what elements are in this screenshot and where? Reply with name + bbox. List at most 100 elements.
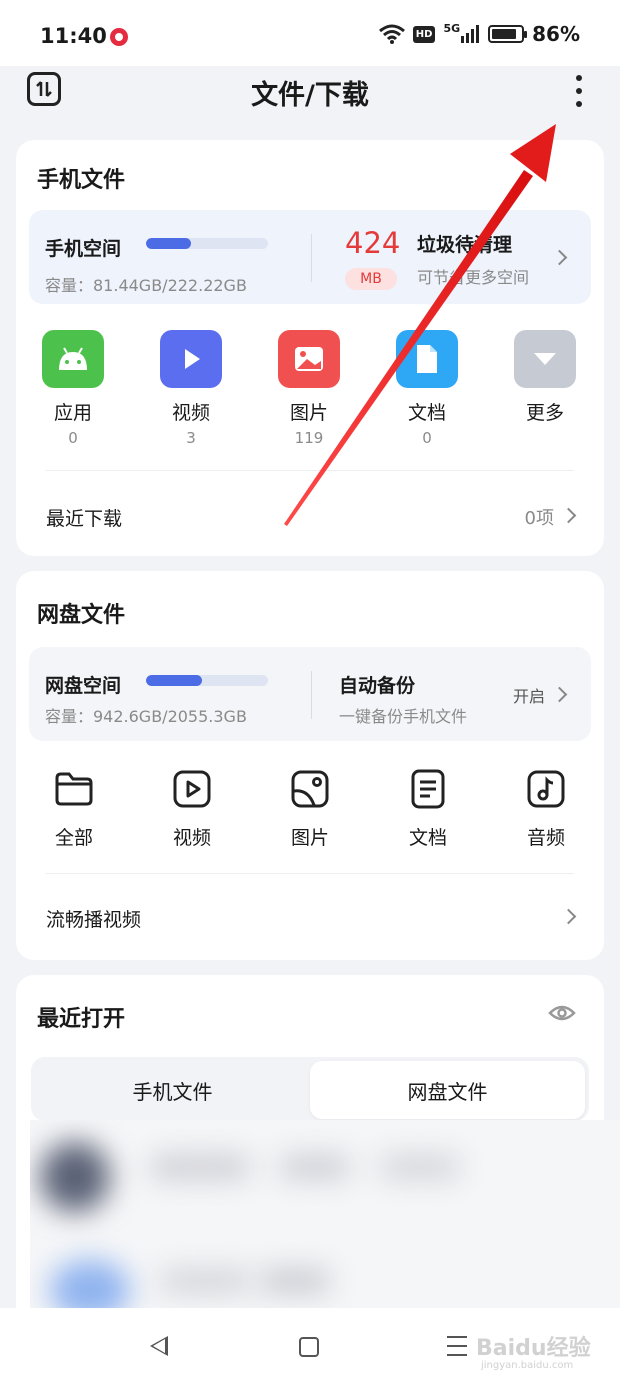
cloud-space-progress bbox=[146, 675, 268, 686]
category-documents[interactable]: 文档 0 bbox=[377, 330, 477, 447]
category-label: 视频 bbox=[171, 402, 210, 424]
divider bbox=[311, 671, 312, 719]
more-dot-icon bbox=[576, 75, 582, 81]
divider bbox=[311, 234, 312, 282]
category-label: 应用 bbox=[53, 402, 92, 424]
status-time: 11:40 bbox=[40, 24, 107, 48]
phone-space-progress bbox=[146, 238, 268, 249]
more-dot-icon bbox=[576, 88, 582, 94]
category-label: 文档 bbox=[407, 402, 446, 424]
back-icon[interactable] bbox=[150, 1336, 168, 1356]
cloud-category-pictures[interactable]: 图片 bbox=[260, 769, 360, 850]
play-icon bbox=[160, 330, 222, 388]
recent-tab-switcher: 手机文件 网盘文件 bbox=[31, 1057, 589, 1121]
category-count: 3 bbox=[186, 429, 196, 447]
recent-open-title: 最近打开 bbox=[37, 1007, 126, 1032]
eye-icon[interactable] bbox=[548, 1003, 576, 1023]
phone-files-card: 手机文件 手机空间 容量：81.44GB/222.22GB 424 MB 垃圾待… bbox=[16, 140, 604, 556]
junk-title: 垃圾待清理 bbox=[417, 234, 513, 256]
image-icon bbox=[278, 330, 340, 388]
cloud-files-title: 网盘文件 bbox=[37, 603, 126, 628]
cloud-storage-box[interactable]: 网盘空间 容量：942.6GB/2055.3GB 自动备份 一键备份手机文件 开… bbox=[29, 647, 591, 741]
backup-enable-button[interactable]: 开启 bbox=[513, 683, 545, 707]
junk-unit-badge: MB bbox=[345, 268, 397, 290]
battery-icon bbox=[488, 25, 528, 43]
watermark: Baidu经验 bbox=[476, 1336, 591, 1361]
more-dot-icon bbox=[576, 101, 582, 107]
video-icon bbox=[173, 770, 211, 808]
phone-space-label: 手机空间 bbox=[45, 238, 122, 260]
chevron-right-icon bbox=[551, 686, 568, 703]
backup-title: 自动备份 bbox=[339, 675, 416, 697]
cloud-category-label: 图片 bbox=[290, 827, 329, 849]
chevron-down-icon bbox=[514, 330, 576, 388]
doc-icon bbox=[411, 769, 445, 809]
stream-video-label: 流畅播视频 bbox=[46, 909, 142, 931]
cloud-space-label: 网盘空间 bbox=[45, 675, 122, 697]
cloud-files-card: 网盘文件 网盘空间 容量：942.6GB/2055.3GB 自动备份 一键备份手… bbox=[16, 571, 604, 960]
page-title: 文件/下载 bbox=[251, 80, 369, 111]
cloud-category-label: 音频 bbox=[526, 827, 565, 849]
category-label: 更多 bbox=[525, 402, 564, 424]
category-count: 0 bbox=[68, 429, 78, 447]
chevron-right-icon bbox=[551, 249, 568, 266]
android-icon bbox=[42, 330, 104, 388]
folder-icon bbox=[55, 772, 93, 806]
cloud-category-label: 视频 bbox=[172, 827, 211, 849]
category-count: 119 bbox=[294, 429, 324, 447]
document-icon bbox=[396, 330, 458, 388]
cloud-capacity: 容量：942.6GB/2055.3GB bbox=[45, 707, 247, 726]
recent-downloads-row[interactable]: 最近下载 0项 bbox=[46, 496, 577, 536]
junk-size: 424 bbox=[345, 226, 401, 260]
battery-percent: 86% bbox=[532, 22, 580, 46]
category-label: 图片 bbox=[289, 402, 328, 424]
cloud-category-documents[interactable]: 文档 bbox=[378, 769, 478, 850]
divider bbox=[46, 873, 574, 874]
divider bbox=[46, 470, 574, 471]
network-type: 5G bbox=[443, 21, 461, 35]
file-text-blur bbox=[380, 1156, 460, 1178]
file-thumbnail bbox=[40, 1142, 110, 1212]
chevron-right-icon bbox=[560, 908, 577, 925]
backup-subtitle: 一键备份手机文件 bbox=[339, 707, 468, 726]
recent-files-list-blurred bbox=[30, 1120, 620, 1310]
stream-video-row[interactable]: 流畅播视频 bbox=[46, 897, 577, 937]
cloud-category-audio[interactable]: 音频 bbox=[496, 769, 596, 850]
file-text-blur bbox=[280, 1156, 350, 1178]
phone-capacity: 容量：81.44GB/222.22GB bbox=[45, 276, 247, 295]
category-more[interactable]: 更多 bbox=[495, 330, 595, 425]
wifi-icon bbox=[378, 24, 405, 44]
category-apps[interactable]: 应用 0 bbox=[23, 330, 123, 447]
recents-icon[interactable] bbox=[447, 1336, 467, 1356]
file-text-blur bbox=[160, 1270, 250, 1292]
watermark-url: jingyan.baidu.com bbox=[481, 1360, 574, 1371]
status-bar: 11:40 HD 5G 86% bbox=[0, 0, 620, 66]
cloud-category-videos[interactable]: 视频 bbox=[142, 769, 242, 850]
file-thumbnail bbox=[50, 1260, 130, 1310]
cloud-category-all[interactable]: 全部 bbox=[24, 769, 124, 850]
music-icon bbox=[527, 770, 565, 808]
recent-downloads-count: 0项 bbox=[524, 508, 554, 529]
category-videos[interactable]: 视频 3 bbox=[141, 330, 241, 447]
phone-files-title: 手机文件 bbox=[37, 168, 126, 193]
more-options-button[interactable] bbox=[566, 72, 592, 110]
phone-storage-box[interactable]: 手机空间 容量：81.44GB/222.22GB 424 MB 垃圾待清理 可节… bbox=[29, 210, 591, 304]
chevron-right-icon bbox=[560, 507, 577, 524]
status-indicators: HD 5G 86% bbox=[378, 21, 580, 46]
cloud-category-label: 文档 bbox=[408, 827, 447, 849]
tab-phone-files[interactable]: 手机文件 bbox=[35, 1061, 310, 1119]
notification-icon bbox=[110, 28, 128, 46]
recent-downloads-label: 最近下载 bbox=[46, 508, 123, 530]
junk-subtitle: 可节省更多空间 bbox=[417, 268, 530, 287]
file-text-blur bbox=[260, 1270, 330, 1292]
picture-icon bbox=[291, 770, 329, 808]
home-icon[interactable] bbox=[299, 1337, 319, 1357]
category-images[interactable]: 图片 119 bbox=[259, 330, 359, 447]
hd-badge: HD bbox=[412, 25, 436, 43]
category-count: 0 bbox=[422, 429, 432, 447]
app-header: 文件/下载 bbox=[0, 66, 620, 126]
file-text-blur bbox=[150, 1156, 250, 1178]
tab-cloud-files[interactable]: 网盘文件 bbox=[310, 1061, 585, 1119]
signal-icon bbox=[461, 25, 480, 43]
cloud-category-label: 全部 bbox=[54, 827, 93, 849]
